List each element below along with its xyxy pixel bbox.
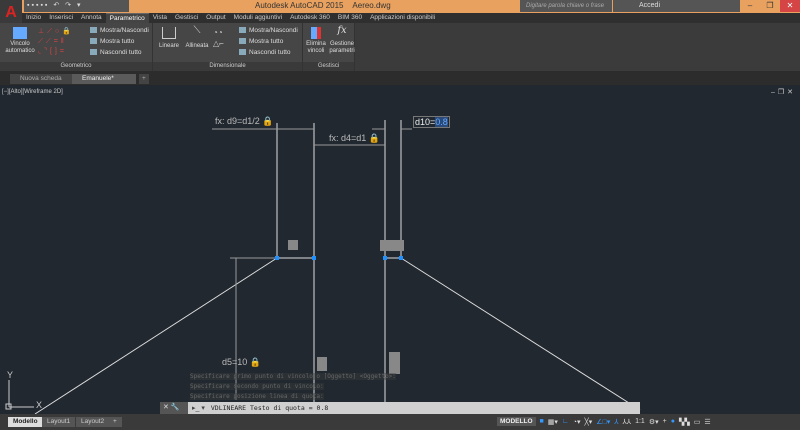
tab-layout1[interactable]: Layout1	[42, 417, 76, 427]
grip-point	[383, 256, 387, 260]
ucs-icon	[5, 380, 34, 410]
add-layout-button[interactable]: +	[108, 417, 122, 427]
grip-point	[312, 256, 316, 260]
command-line-controls[interactable]: ✕ 🔧	[160, 402, 188, 414]
tab-model[interactable]: Modello	[8, 417, 43, 427]
fullscreen-icon[interactable]: ▭	[694, 418, 701, 426]
constraint-glyph	[389, 352, 400, 374]
polar-icon[interactable]: ◔▾	[573, 418, 581, 426]
grip-point	[275, 256, 279, 260]
dim-d10-edit[interactable]: d10=0.8	[413, 116, 450, 128]
dim-d5[interactable]: d5=10 🔒	[222, 357, 261, 368]
command-line[interactable]: ✕ 🔧 ▸_ ▾ VDLINEARE Testo di quota = 0.8	[160, 402, 640, 414]
hardware-accel-icon[interactable]: ▚▚	[679, 418, 690, 426]
osnap-icon[interactable]: ╳▾	[584, 418, 592, 426]
status-tools: MODELLO ■ ▦▾ ∟ ◔▾ ╳▾ ∠□▾ ⅄ ⅄⅄ 1:1 ⚙▾ + ●…	[497, 415, 711, 428]
annotation-scale[interactable]: 1:1	[635, 418, 645, 425]
plus-icon[interactable]: +	[663, 418, 667, 425]
command-history-line: Specificare secondo punto di vincolo:	[190, 383, 324, 390]
drawing-canvas	[5, 120, 641, 430]
isolate-icon[interactable]: ●	[671, 418, 675, 425]
snap-icon[interactable]: ▦▾	[548, 418, 558, 426]
command-prompt-icon: ▸_ ▾	[192, 405, 205, 412]
command-history-line: Specificare primo punto di vincolo o [Og…	[190, 373, 396, 380]
dim-d9[interactable]: fx: d9=d1/2 🔒	[215, 116, 274, 127]
line-diagonal-left	[34, 257, 278, 415]
model-space-button[interactable]: MODELLO	[497, 417, 536, 426]
customize-menu-icon[interactable]: ☰	[704, 418, 710, 426]
otrack-icon[interactable]: ∠□▾	[596, 418, 610, 426]
dim-d4[interactable]: fx: d4=d1 🔒	[329, 133, 380, 144]
command-history-line: Specificare posizione linea di quota:	[190, 393, 324, 400]
annotation-icon[interactable]: ⅄	[614, 418, 618, 426]
ucs-x-label: X	[36, 400, 43, 410]
grid-icon[interactable]: ■	[540, 418, 544, 425]
workspace-gear-icon[interactable]: ⚙▾	[649, 418, 659, 426]
line-diagonal-right	[400, 257, 641, 411]
d10-value-input[interactable]: 0.8	[435, 117, 448, 127]
tab-layout2[interactable]: Layout2	[76, 417, 110, 427]
constraint-glyph	[317, 357, 327, 371]
constraint-glyph	[380, 240, 404, 251]
ucs-y-label: Y	[7, 370, 14, 380]
grip-point	[399, 256, 403, 260]
command-input[interactable]: VDLINEARE Testo di quota = 0.8	[205, 404, 328, 412]
constraint-glyph	[288, 240, 298, 250]
annotation-visibility-icon[interactable]: ⅄⅄	[623, 418, 632, 426]
ortho-icon[interactable]: ∟	[562, 418, 569, 425]
